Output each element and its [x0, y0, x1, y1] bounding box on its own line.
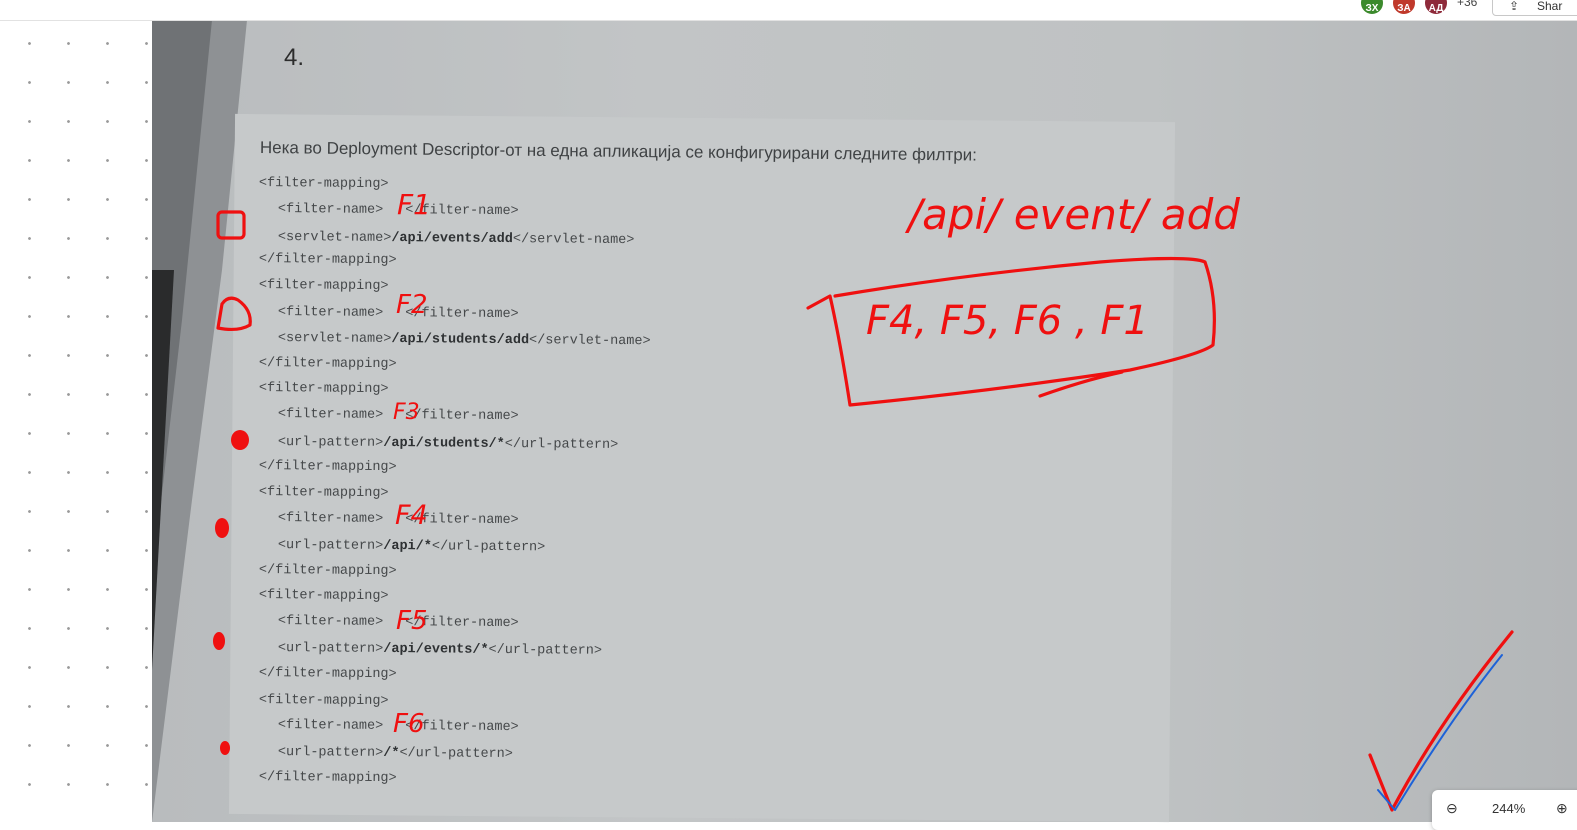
avatar-initials: АД	[1428, 3, 1444, 14]
top-bar: ЗХ ЗА АД +36 ⇪ Shar	[0, 0, 1577, 21]
code-line: <servlet-name>/api/events/add</servlet-n…	[277, 230, 635, 249]
ink-label-f2: F2	[396, 290, 428, 320]
code-line: <url-pattern>/api/students/*</url-patter…	[277, 435, 619, 453]
avatar[interactable]: ЗХ	[1359, 0, 1385, 16]
avatar-initials: ЗХ	[1365, 3, 1379, 14]
avatar-initials: ЗА	[1397, 3, 1411, 14]
code-line: <filter-mapping>	[258, 176, 389, 193]
ink-label-f5: F5	[396, 606, 428, 636]
share-label: Shar	[1537, 0, 1563, 13]
code-line: <filter-mapping>	[258, 485, 389, 502]
code-line: <filter-mapping>	[258, 381, 389, 398]
code-line: <filter-mapping>	[258, 278, 389, 295]
zoom-level[interactable]: 244%	[1492, 801, 1525, 816]
ink-answer-text: F4, F5, F6 , F1	[866, 298, 1149, 344]
code-line: <filter-mapping>	[258, 693, 389, 710]
code-line: <url-pattern>/api/*</url-pattern>	[277, 538, 546, 556]
whiteboard-canvas[interactable]	[0, 20, 152, 822]
code-line: <filter-mapping>	[258, 588, 389, 605]
code-line: </filter-mapping>	[258, 252, 397, 269]
ink-label-f4: F4	[395, 500, 428, 531]
code-line: </filter-mapping>	[258, 563, 397, 580]
ink-label-f6: F6	[393, 709, 425, 739]
avatar[interactable]: ЗА	[1391, 0, 1417, 16]
zoom-control: ⊖ 244% ⊕	[1432, 790, 1577, 830]
code-line: </filter-mapping>	[258, 459, 397, 476]
share-icon: ⇪	[1509, 0, 1520, 13]
code-line: </filter-mapping>	[258, 356, 397, 373]
code-line: <url-pattern>/api/events/*</url-pattern>	[277, 641, 603, 659]
ink-label-f1: F1	[397, 188, 431, 221]
share-button[interactable]: ⇪ Shar	[1492, 0, 1577, 16]
page-number: 4.	[284, 44, 305, 71]
ink-url-note: /api/ event/ add	[908, 190, 1240, 239]
collaborators-count[interactable]: +36	[1457, 0, 1477, 9]
avatar[interactable]: АД	[1423, 0, 1449, 16]
zoom-out-icon[interactable]: ⊖	[1446, 800, 1458, 817]
zoom-in-icon[interactable]: ⊕	[1556, 800, 1568, 817]
code-line: </filter-mapping>	[258, 770, 397, 787]
code-line: </filter-mapping>	[258, 666, 397, 683]
ink-label-f3: F3	[393, 400, 420, 425]
code-line: <url-pattern>/*</url-pattern>	[277, 745, 513, 763]
